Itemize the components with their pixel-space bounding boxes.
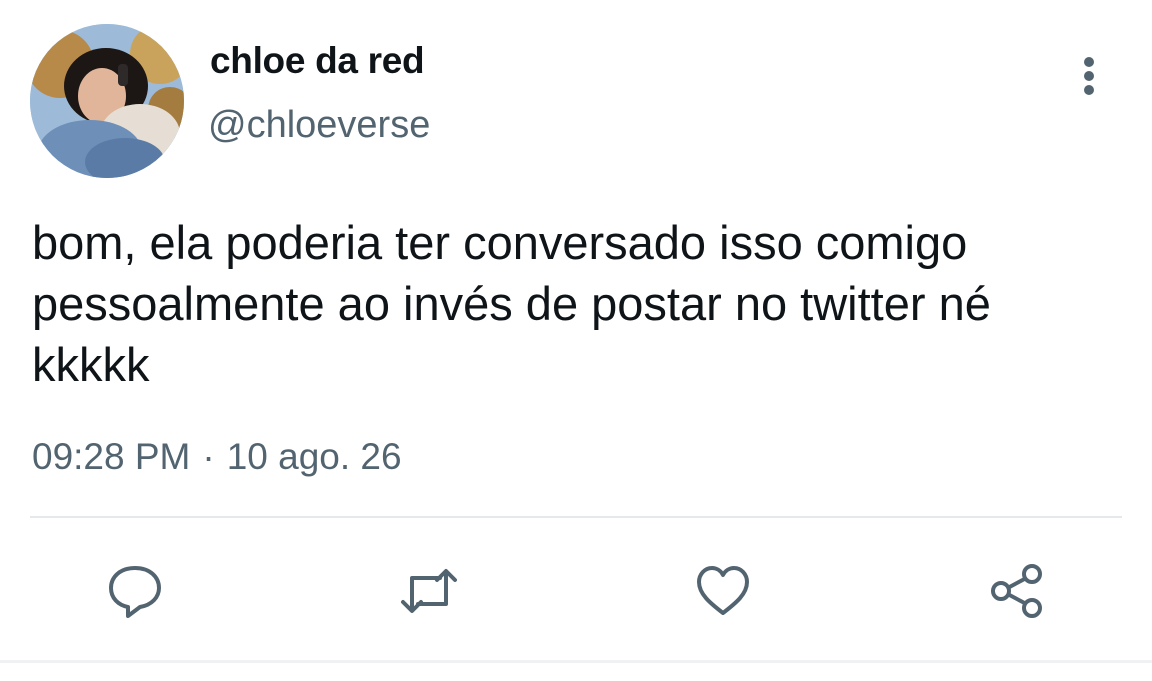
bottom-divider [0,660,1152,663]
display-name[interactable]: chloe da red [210,40,425,82]
tweet-meta: 09:28 PM · 10 ago. 26 [32,436,402,478]
avatar[interactable] [30,24,184,178]
tweet-time[interactable]: 09:28 PM [32,436,190,478]
like-button[interactable] [692,560,754,622]
meta-separator: · [202,436,215,477]
retweet-icon [401,569,457,613]
user-handle[interactable]: @chloeverse [208,104,430,147]
divider [30,516,1122,518]
share-icon [991,564,1042,618]
heart-icon [697,566,749,615]
more-vertical-icon [1084,57,1094,95]
tweet-card: chloe da red @chloeverse bom, ela poderi… [0,0,1152,681]
more-options-button[interactable] [1068,52,1110,100]
tweet-text: bom, ela poderia ter conversado isso com… [32,216,991,391]
avatar-photo [30,24,184,178]
comment-icon [109,566,161,618]
retweet-button[interactable] [398,560,460,622]
tweet-date[interactable]: 10 ago. 26 [227,436,402,478]
reply-button[interactable] [104,560,166,622]
share-button[interactable] [986,560,1048,622]
